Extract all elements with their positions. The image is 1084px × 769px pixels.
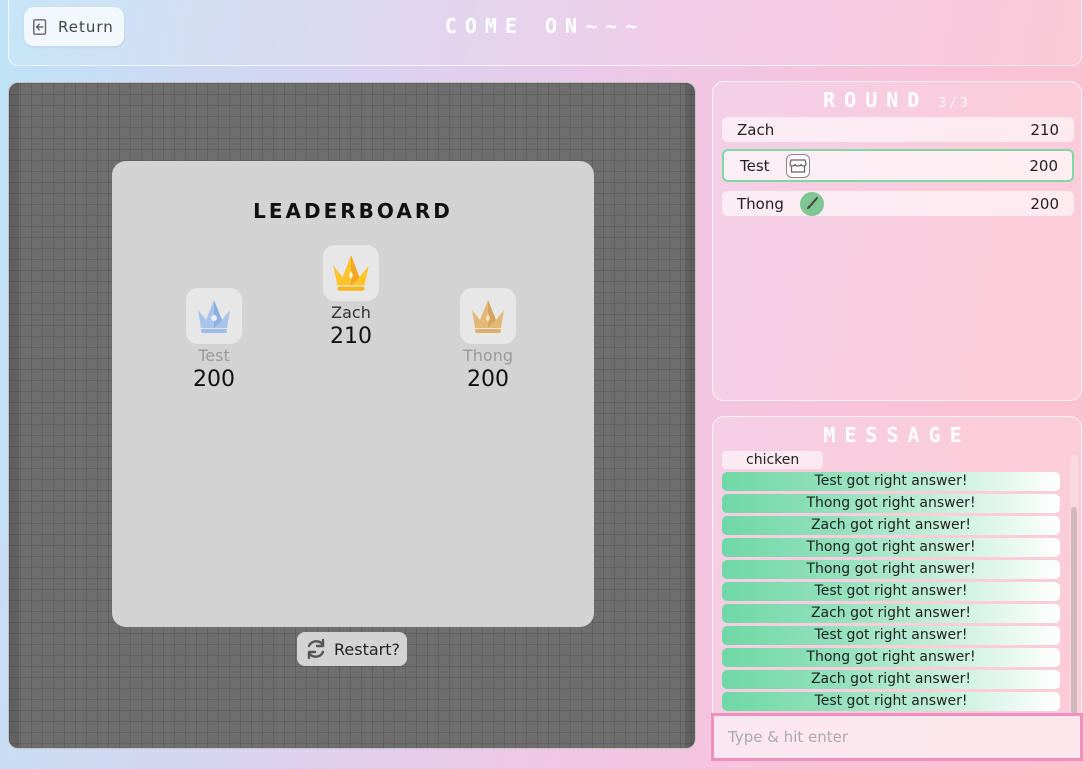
list-item: chicken <box>722 449 1060 469</box>
correct-answer-message: Test got right answer! <box>722 472 1060 491</box>
scrollbar-thumb[interactable] <box>1071 507 1077 715</box>
correct-answer-message: Thong got right answer! <box>722 648 1060 667</box>
top-header: Return COME ON~~~ <box>8 0 1082 66</box>
shop-icon <box>785 153 810 178</box>
correct-answer-message: Zach got right answer! <box>722 670 1060 689</box>
chat-input[interactable] <box>711 713 1083 761</box>
correct-answer-message: Zach got right answer! <box>722 604 1060 623</box>
brush-icon <box>799 191 824 216</box>
player-name: Test <box>740 156 770 175</box>
leaderboard-card: LEADERBOARD Test 200 Zach 210 Thong 200 <box>112 161 594 627</box>
player-score: 200 <box>1029 156 1058 175</box>
player-row: Thong 200 <box>722 191 1074 216</box>
podium-score: 200 <box>467 367 509 392</box>
player-row: Zach 210 <box>722 117 1074 142</box>
correct-answer-message: Zach got right answer! <box>722 516 1060 535</box>
player-name: Zach <box>737 120 775 139</box>
correct-answer-message: Test got right answer! <box>722 582 1060 601</box>
player-score: 210 <box>1030 120 1059 139</box>
drawing-canvas[interactable]: LEADERBOARD Test 200 Zach 210 Thong 200 … <box>8 82 696 749</box>
podium-score: 210 <box>330 324 372 349</box>
bronze-crown-icon <box>472 300 504 333</box>
round-title: ROUND 3/3 <box>823 88 971 112</box>
podium-third: Thong 200 <box>433 288 543 392</box>
correct-answer-message: Test got right answer! <box>722 626 1060 645</box>
podium-first: Zach 210 <box>296 245 406 349</box>
correct-answer-message: Test got right answer! <box>722 692 1060 711</box>
player-score: 200 <box>1030 194 1059 213</box>
silver-crown-icon <box>198 300 230 333</box>
player-name: Thong <box>737 194 784 213</box>
page-title: COME ON~~~ <box>444 14 646 38</box>
player-row-current: Test 200 <box>722 149 1074 182</box>
gold-crown-icon <box>333 255 369 291</box>
correct-answer-message: Thong got right answer! <box>722 538 1060 557</box>
chat-message: chicken <box>722 451 824 469</box>
correct-answer-message: Thong got right answer! <box>722 494 1060 513</box>
message-title: MESSAGE <box>823 423 971 447</box>
message-panel: MESSAGE chicken Test got right answer! T… <box>712 416 1082 716</box>
restart-label: Restart? <box>334 639 400 659</box>
podium-score: 200 <box>193 367 235 392</box>
round-count: 3/3 <box>938 96 971 111</box>
correct-answer-message: Thong got right answer! <box>722 560 1060 579</box>
podium-name: Zach <box>331 303 371 322</box>
round-panel: ROUND 3/3 Zach 210 Test 200 Thong 200 <box>712 81 1082 401</box>
podium-name: Test <box>198 346 230 365</box>
message-list[interactable]: chicken Test got right answer! Thong got… <box>722 449 1060 715</box>
message-scrollbar[interactable] <box>1070 455 1078 715</box>
leaderboard-title: LEADERBOARD <box>253 199 453 223</box>
restart-button[interactable]: Restart? <box>297 632 407 666</box>
podium-name: Thong <box>463 346 513 365</box>
podium-second: Test 200 <box>159 288 269 392</box>
refresh-icon <box>307 638 325 660</box>
